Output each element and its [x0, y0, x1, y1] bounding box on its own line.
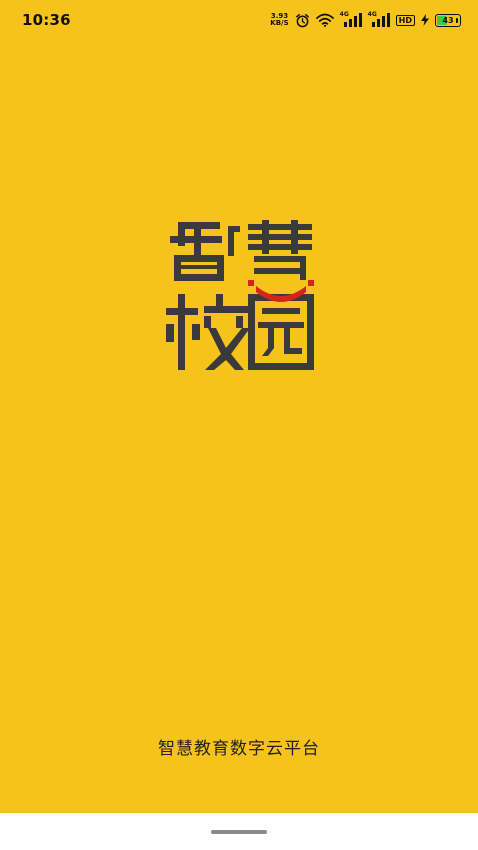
app-logo — [164, 220, 314, 370]
navigation-bar — [0, 813, 478, 850]
status-icons: 3.93 KB/S 4G 4G HD 43 — [270, 11, 461, 29]
home-indicator[interactable] — [211, 830, 267, 834]
status-bar: 10:36 3.93 KB/S 4G 4G HD 43 — [0, 0, 478, 40]
network-speed: 3.93 KB/S — [270, 13, 288, 27]
charging-icon — [421, 14, 429, 26]
app-slogan: 智慧教育数字云平台 — [158, 739, 320, 759]
hd-icon: HD — [395, 14, 415, 26]
signal-icon: 4G — [340, 11, 362, 27]
alarm-icon — [295, 13, 310, 28]
network-speed-unit: KB/S — [270, 19, 289, 27]
splash-screen: 10:36 3.93 KB/S 4G 4G HD 43 智慧教育数字云平台 — [0, 0, 478, 850]
status-time: 10:36 — [22, 11, 71, 29]
battery-level: 43 — [442, 15, 454, 25]
wifi-icon — [315, 13, 334, 27]
battery-icon: 43 — [435, 13, 461, 27]
app-logo-graphic — [166, 220, 314, 370]
signal-icon: 4G — [368, 11, 390, 27]
